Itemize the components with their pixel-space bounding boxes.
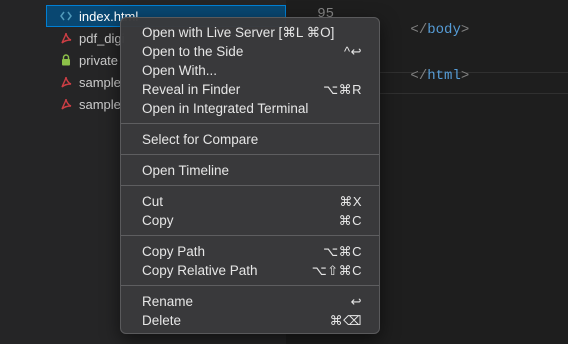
menu-item-open-in-integrated-terminal[interactable]: Open in Integrated Terminal <box>126 99 374 118</box>
menu-item-delete[interactable]: Delete ⌘⌫ <box>126 311 374 330</box>
pdf-icon <box>59 97 73 111</box>
tag-close-bracket: > <box>460 68 470 84</box>
menu-item-cut[interactable]: Cut ⌘X <box>126 192 374 211</box>
menu-item-shortcut: ⌘C <box>338 212 362 228</box>
tag-name: html <box>427 68 461 84</box>
menu-item-open-with[interactable]: Open With... <box>126 61 374 80</box>
menu-item-label: Copy Path <box>142 244 206 259</box>
html-code-icon <box>59 9 73 23</box>
menu-item-label: Select for Compare <box>142 132 259 147</box>
menu-item-shortcut: ↩ <box>350 293 362 309</box>
menu-item-label: Open With... <box>142 63 218 78</box>
menu-item-select-for-compare[interactable]: Select for Compare <box>126 130 374 149</box>
menu-item-copy-path[interactable]: Copy Path ⌥⌘C <box>126 242 374 261</box>
menu-item-label: Open Timeline <box>142 163 230 178</box>
pdf-icon <box>59 75 73 89</box>
file-name: sample <box>79 96 121 112</box>
menu-item-open-with-live-server[interactable]: Open with Live Server [⌘L ⌘O] <box>126 23 374 42</box>
menu-item-reveal-in-finder[interactable]: Reveal in Finder ⌥⌘R <box>126 80 374 99</box>
menu-item-label: Cut <box>142 194 164 209</box>
menu-item-label: Copy <box>142 213 174 228</box>
menu-separator <box>121 235 379 236</box>
menu-item-label: Open with Live Server [⌘L ⌘O] <box>142 24 335 40</box>
menu-separator <box>121 123 379 124</box>
menu-item-label: Reveal in Finder <box>142 82 241 97</box>
tag-open-bracket: </ <box>410 22 428 38</box>
file-name: pdf_digi <box>79 30 125 46</box>
file-name: sample <box>79 74 121 90</box>
tag-open-bracket: </ <box>410 68 428 84</box>
menu-item-label: Rename <box>142 294 194 309</box>
lock-icon <box>59 53 73 67</box>
context-menu: Open with Live Server [⌘L ⌘O] Open to the… <box>120 17 380 334</box>
menu-item-rename[interactable]: Rename ↩ <box>126 292 374 311</box>
menu-separator <box>121 185 379 186</box>
menu-item-copy[interactable]: Copy ⌘C <box>126 211 374 230</box>
menu-item-label: Copy Relative Path <box>142 263 258 278</box>
menu-item-open-timeline[interactable]: Open Timeline <box>126 161 374 180</box>
menu-item-shortcut: ⌘X <box>339 193 362 209</box>
menu-separator <box>121 285 379 286</box>
menu-item-label: Open in Integrated Terminal <box>142 101 309 116</box>
menu-item-shortcut: ⌥⌘C <box>323 243 362 259</box>
menu-item-label: Delete <box>142 313 182 328</box>
menu-item-copy-relative-path[interactable]: Copy Relative Path ⌥⇧⌘C <box>126 261 374 280</box>
tag-name: body <box>427 22 461 38</box>
menu-item-open-to-the-side[interactable]: Open to the Side ^↩ <box>126 42 374 61</box>
menu-separator <box>121 154 379 155</box>
menu-item-label: Open to the Side <box>142 44 244 59</box>
menu-item-shortcut: ⌥⇧⌘C <box>311 262 362 278</box>
menu-item-shortcut: ⌥⌘R <box>323 81 362 97</box>
tag-close-bracket: > <box>460 22 470 38</box>
vscode-window: index.html pdf_digi private sample sampl… <box>0 0 568 344</box>
file-name: private <box>79 52 119 68</box>
menu-item-shortcut: ⌘⌫ <box>329 312 362 328</box>
menu-item-shortcut: ^↩ <box>344 43 362 59</box>
pdf-icon <box>59 31 73 45</box>
